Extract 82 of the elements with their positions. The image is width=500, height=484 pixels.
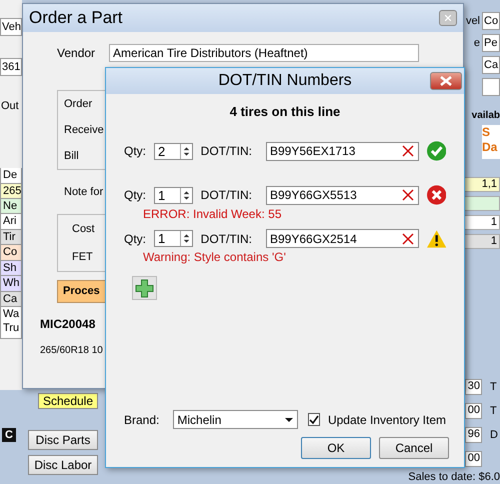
dot-label: DOT/TIN:: [200, 232, 252, 246]
total-field: 00: [465, 451, 482, 467]
total-label: T: [490, 381, 497, 393]
total-label: D: [490, 429, 498, 441]
available-label: vailab: [472, 110, 500, 121]
vendor-field[interactable]: American Tire Distributors (Heaftnet): [109, 44, 420, 62]
error-icon: [426, 185, 446, 205]
table-row[interactable]: Co: [0, 245, 22, 261]
dialog-title: DOT/TIN Numbers: [218, 72, 352, 90]
text-field[interactable]: Veh: [0, 18, 22, 36]
warning-icon: [426, 230, 446, 248]
field-label: Cost: [72, 223, 96, 235]
field-label: e: [474, 37, 480, 49]
warning-message: Warning: Style contains 'G': [143, 250, 287, 264]
clear-icon[interactable]: [402, 145, 414, 157]
total-field: 00: [465, 403, 482, 419]
brand-label: Brand:: [124, 412, 160, 426]
total-field: 30: [465, 379, 482, 395]
special-label: S Da: [482, 125, 500, 159]
table-row[interactable]: 265: [0, 184, 22, 199]
qty-spinner[interactable]: 1: [154, 186, 193, 204]
text-field[interactable]: Ca: [482, 56, 500, 74]
window-title: Order a Part: [29, 8, 123, 28]
field-label: Order: [64, 98, 94, 110]
ok-button[interactable]: OK: [301, 437, 371, 459]
part-code: MIC20048: [40, 317, 96, 331]
dot-field[interactable]: B99Y66GX2514: [266, 229, 419, 248]
table-cell: 1,1: [464, 177, 500, 192]
app-badge: C: [2, 428, 16, 442]
close-button[interactable]: [430, 72, 462, 90]
discount-button[interactable]: Disc Labor: [28, 455, 98, 475]
clear-icon[interactable]: [402, 189, 414, 201]
table-cell: 1: [464, 215, 500, 230]
table-row[interactable]: Wa Tru: [0, 307, 22, 339]
close-button[interactable]: [439, 10, 457, 26]
qty-label: Qty:: [124, 144, 146, 158]
text-field[interactable]: [482, 78, 500, 96]
part-description: 265/60R18 10: [40, 345, 104, 356]
field-label: vel: [466, 15, 480, 27]
dot-label: DOT/TIN:: [200, 144, 252, 158]
table-row[interactable]: De: [0, 168, 22, 184]
table-row[interactable]: Ne: [0, 199, 22, 214]
total-field: 96: [465, 427, 482, 443]
field-label: Out: [0, 99, 20, 114]
tire-count-heading: 4 tires on this line: [228, 104, 342, 119]
field-label: Bill: [64, 150, 80, 162]
field-label: Receive: [64, 124, 105, 136]
dot-field[interactable]: B99Y66GX5513: [266, 186, 419, 204]
discount-button[interactable]: Disc Parts: [28, 430, 98, 450]
dot-label: DOT/TIN:: [200, 188, 252, 202]
text-field[interactable]: Co: [482, 12, 500, 30]
vendor-label: Vendor: [57, 46, 96, 60]
add-button[interactable]: [132, 276, 157, 300]
table-row[interactable]: Tir: [0, 230, 22, 245]
dropdown-arrow-icon: [284, 418, 293, 422]
qty-spinner[interactable]: 1: [154, 230, 193, 247]
text-field[interactable]: Pe: [482, 34, 500, 52]
dot-field[interactable]: B99Y56EX1713: [266, 142, 419, 160]
field-label: FET: [72, 251, 94, 263]
checkbox-label: Update Inventory Item: [328, 412, 446, 426]
table-row[interactable]: Ca: [0, 292, 22, 307]
total-label: T: [490, 405, 497, 417]
qty-label: Qty:: [124, 232, 146, 246]
sales-total: Sales to date: $6.0: [408, 471, 500, 483]
table-cell: 1: [464, 234, 500, 249]
table-row[interactable]: Wh: [0, 276, 22, 292]
plus-icon: [135, 278, 154, 298]
cancel-button[interactable]: Cancel: [379, 437, 449, 459]
check-icon: [426, 141, 446, 161]
note-label: Note for: [64, 186, 104, 198]
table-row[interactable]: Sh: [0, 261, 22, 276]
text-field[interactable]: 361: [0, 58, 22, 76]
table-row[interactable]: Ari: [0, 214, 22, 230]
schedule-button[interactable]: Schedule: [38, 393, 98, 409]
qty-spinner[interactable]: 2: [154, 142, 193, 160]
qty-label: Qty:: [124, 188, 146, 202]
clear-icon[interactable]: [402, 232, 414, 244]
process-button[interactable]: Proces: [57, 280, 106, 303]
error-message: ERROR: Invalid Week: 55: [143, 207, 282, 221]
close-icon[interactable]: [440, 76, 452, 86]
update-inventory-checkbox[interactable]: [308, 413, 320, 426]
brand-dropdown[interactable]: Michelin: [173, 410, 298, 429]
